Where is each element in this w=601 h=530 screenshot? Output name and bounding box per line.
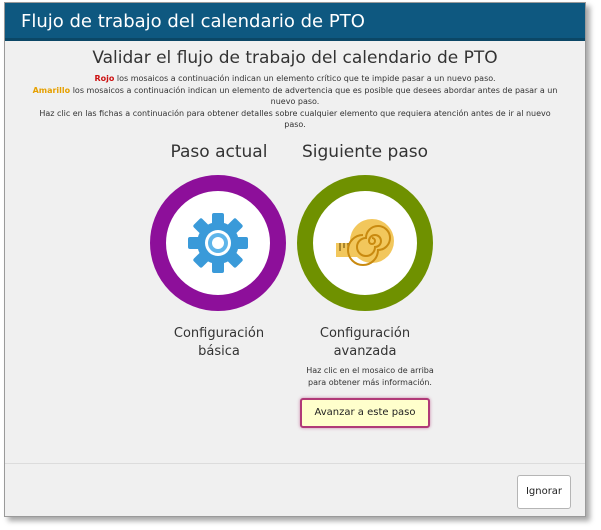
legend-red-keyword: Rojo [94, 74, 115, 83]
dialog-titlebar: Flujo de trabajo del calendario de PTO [5, 3, 585, 41]
legend-warning: Amarillo los mosaicos a continuación ind… [5, 85, 585, 96]
next-step-label-line1: Configuración [319, 326, 411, 341]
footer-divider [5, 463, 585, 464]
ignore-button[interactable]: Ignorar [517, 475, 571, 509]
next-step-tile[interactable] [297, 175, 433, 311]
dialog-title: Flujo de trabajo del calendario de PTO [21, 11, 365, 32]
tile-hint-line1: Haz clic en el mosaico de arriba [306, 366, 434, 375]
next-step-label-line2: avanzada [333, 344, 397, 359]
page-heading: Validar el flujo de trabajo del calendar… [92, 48, 498, 68]
next-step-header: Siguiente paso [301, 142, 429, 162]
legend-critical: Rojo los mosaicos a continuación indican… [5, 73, 585, 84]
current-step-label-line1: Configuración [173, 326, 265, 341]
advance-step-button[interactable]: Avanzar a este paso [300, 398, 430, 428]
current-step-label-line2: básica [198, 344, 240, 359]
legend-yellow-text: los mosaicos a continuación indican un e… [70, 86, 558, 95]
current-step-tile[interactable] [150, 175, 286, 311]
current-step-label: Configuración básica [139, 325, 299, 361]
gear-icon [188, 213, 248, 273]
legend-red-text: los mosaicos a continuación indican un e… [114, 74, 496, 83]
legend-yellow-keyword: Amarillo [32, 86, 71, 95]
tile-hint-line2: para obtener más información. [308, 378, 432, 387]
legend-click-info: Haz clic en las fichas a continuación pa… [39, 109, 551, 118]
next-step-label: Configuración avanzada [285, 325, 445, 361]
tile-hint: Haz clic en el mosaico de arriba para ob… [285, 365, 455, 389]
workflow-dialog: Flujo de trabajo del calendario de PTO V… [4, 2, 586, 517]
measuring-tape-icon [336, 219, 394, 266]
legend-click-info-cont: paso. [284, 120, 306, 129]
current-step-header: Paso actual [170, 142, 268, 162]
legend-warning-cont: nuevo paso. [270, 97, 320, 106]
